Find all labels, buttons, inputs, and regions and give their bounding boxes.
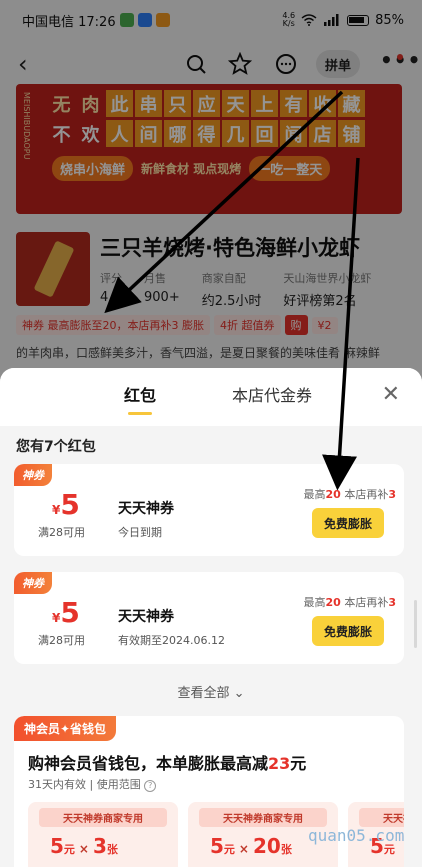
coupon-badge: 神券 xyxy=(14,572,52,594)
member-coupon-card: 天天神券商家专用 5元 × 3张 xyxy=(28,802,178,867)
coupon-card: 神券 ¥5 满28可用 天天神券 有效期至2024.06.12 最高20 本店再… xyxy=(14,572,404,664)
coupon-max-boost: 最高20 本店再补3 xyxy=(303,596,396,609)
chevron-down-icon: ⌄ xyxy=(233,686,245,701)
coupon-validity: 有效期至2024.06.12 xyxy=(118,634,225,647)
member-title: 购神会员省钱包，本单膨胀最高减23元 xyxy=(28,754,307,773)
coupon-min-spend: 满28可用 xyxy=(38,634,85,647)
free-boost-button[interactable]: 免费膨胀 xyxy=(312,616,384,646)
coupon-card: 神券 ¥5 满28可用 天天神券 今日到期 最高20 本店再补3 免费膨胀 xyxy=(14,464,404,556)
close-icon[interactable]: ✕ xyxy=(382,382,400,407)
help-icon[interactable]: ? xyxy=(144,780,157,792)
coupon-title: 天天神券 xyxy=(118,501,174,517)
free-boost-button[interactable]: 免费膨胀 xyxy=(312,508,384,538)
modal-overlay[interactable] xyxy=(0,0,422,380)
watermark: quan05.com xyxy=(308,826,405,845)
member-badge: 神会员✦省钱包 xyxy=(14,716,117,741)
coupon-title: 天天神券 xyxy=(118,609,174,625)
coupon-min-spend: 满28可用 xyxy=(38,526,85,539)
tab-store-vouchers[interactable]: 本店代金券 xyxy=(232,382,312,406)
coupon-badge: 神券 xyxy=(14,464,52,486)
sheet-tabs: 红包 本店代金券 ✕ xyxy=(0,368,422,426)
red-packet-count: 您有7个红包 xyxy=(16,439,96,455)
coupon-amount: ¥5 xyxy=(52,596,80,629)
coupon-max-boost: 最高20 本店再补3 xyxy=(303,488,396,501)
member-subtitle: 31天内有效 | 使用范围 ? xyxy=(28,776,157,792)
coupon-sheet: 红包 本店代金券 ✕ 您有7个红包 神券 ¥5 满28可用 天天神券 今日到期 … xyxy=(0,368,422,867)
tab-red-packets[interactable]: 红包 xyxy=(124,382,156,415)
view-all-link[interactable]: 查看全部 ⌄ xyxy=(0,682,422,701)
scrollbar[interactable] xyxy=(414,600,417,648)
coupon-amount: ¥5 xyxy=(52,488,80,521)
coupon-validity: 今日到期 xyxy=(118,526,162,539)
